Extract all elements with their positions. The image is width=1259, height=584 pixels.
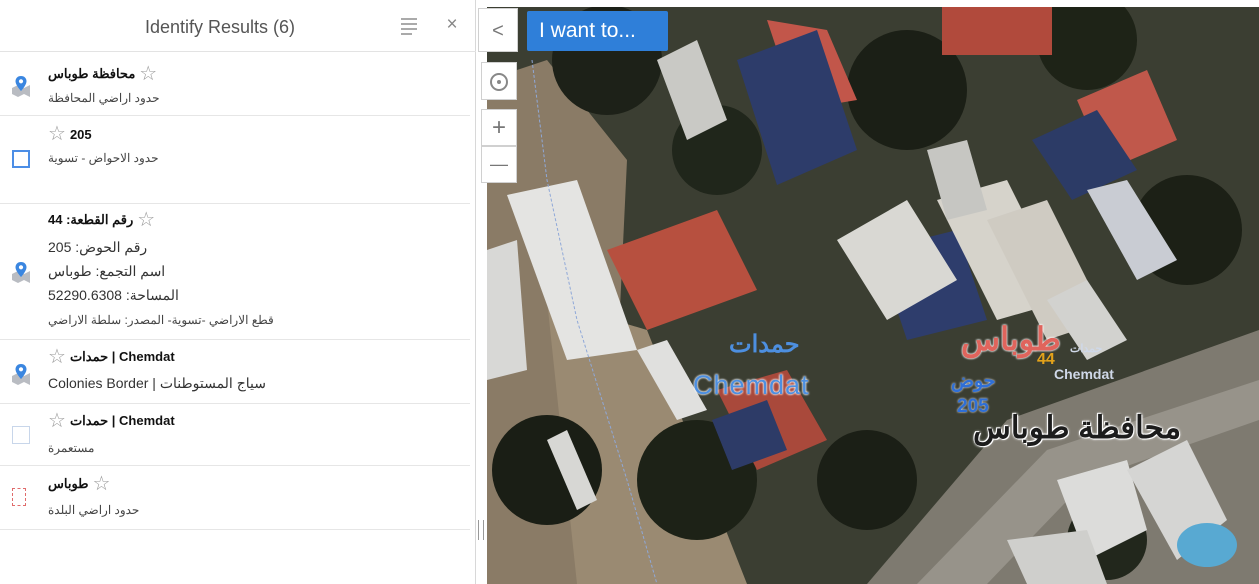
star-icon[interactable]: ☆	[93, 474, 111, 494]
zoom-out-button[interactable]: —	[481, 146, 517, 183]
result-line: قطع الاراضي -تسوية- المصدر: سلطة الاراضي	[48, 313, 274, 327]
map-label-parcel-number: 44	[1037, 351, 1055, 368]
map-label-hamdat-small: حمدات	[1070, 343, 1103, 355]
panel-header: Identify Results (6) ×	[0, 0, 476, 52]
identify-results-panel: Identify Results (6) × محافظة طوباس ☆ حد…	[0, 0, 476, 584]
result-item-colonies-border[interactable]: ☆ حمدات | Chemdat Colonies Border | سياج…	[0, 340, 470, 404]
star-icon[interactable]: ☆	[137, 210, 155, 230]
close-icon[interactable]: ×	[441, 14, 463, 36]
result-item-town[interactable]: طوباس ☆ حدود اراضي البلدة	[0, 466, 470, 530]
result-title: حمدات | Chemdat	[69, 349, 175, 364]
panel-title: Identify Results (6)	[144, 17, 296, 37]
result-line: حدود الاحواض - تسوية	[48, 151, 159, 165]
map-pin-icon	[10, 362, 32, 385]
crosshair-icon	[490, 73, 508, 91]
result-line: مستعمرة	[48, 441, 95, 455]
result-title: رقم القطعة: 44	[48, 212, 134, 227]
map-label-hawd: حوض	[951, 371, 996, 392]
result-line: المساحة: 52290.6308	[48, 287, 179, 303]
list-icon[interactable]	[398, 14, 420, 36]
map-pin-icon	[10, 260, 32, 283]
result-line: Colonies Border | سياج المستوطنات	[48, 375, 266, 391]
result-line: حدود اراضي البلدة	[48, 503, 140, 517]
star-icon[interactable]: ☆	[139, 64, 157, 84]
map-label-governorate: محافظة طوباس	[973, 410, 1182, 445]
star-icon[interactable]: ☆	[48, 124, 66, 144]
map-label-chemdat: Chemdat	[693, 370, 810, 400]
map-pin-icon	[10, 74, 32, 97]
result-title: حمدات | Chemdat	[69, 413, 175, 428]
collapse-panel-button[interactable]: <	[478, 8, 518, 52]
map-label-chemdat-small: Chemdat	[1054, 366, 1114, 382]
star-icon[interactable]: ☆	[48, 411, 66, 431]
map-label-hamdat: حمدات	[729, 331, 800, 358]
panel-resize-handle[interactable]	[478, 520, 484, 540]
satellite-imagery	[487, 0, 1259, 584]
result-line: حدود اراضي المحافظة	[48, 91, 160, 105]
i-want-to-button[interactable]: I want to...	[527, 11, 668, 51]
result-item-governorate[interactable]: محافظة طوباس ☆ حدود اراضي المحافظة	[0, 52, 470, 116]
result-item-colony[interactable]: ☆ حمدات | Chemdat مستعمرة	[0, 404, 470, 466]
star-icon[interactable]: ☆	[48, 347, 66, 367]
result-line: رقم الحوض: 205	[48, 239, 148, 255]
blue-square-icon	[12, 150, 30, 168]
result-title: 205	[69, 126, 92, 142]
satellite-map[interactable]: حمدات Chemdat طوباس حوض 205 44 حمدات Che…	[487, 0, 1259, 584]
locate-button[interactable]	[481, 62, 517, 100]
result-item-parcel[interactable]: رقم القطعة: 44 ☆ رقم الحوض: 205 اسم التج…	[0, 204, 470, 340]
light-square-icon	[12, 426, 30, 444]
result-title: طوباس	[48, 476, 89, 491]
result-title: محافظة طوباس	[48, 66, 136, 81]
red-dashed-square-icon	[12, 488, 26, 506]
result-item-hawd[interactable]: ☆ 205 حدود الاحواض - تسوية	[0, 116, 470, 204]
zoom-in-button[interactable]: +	[481, 109, 517, 146]
result-line: اسم التجمع: طوباس	[48, 263, 166, 279]
